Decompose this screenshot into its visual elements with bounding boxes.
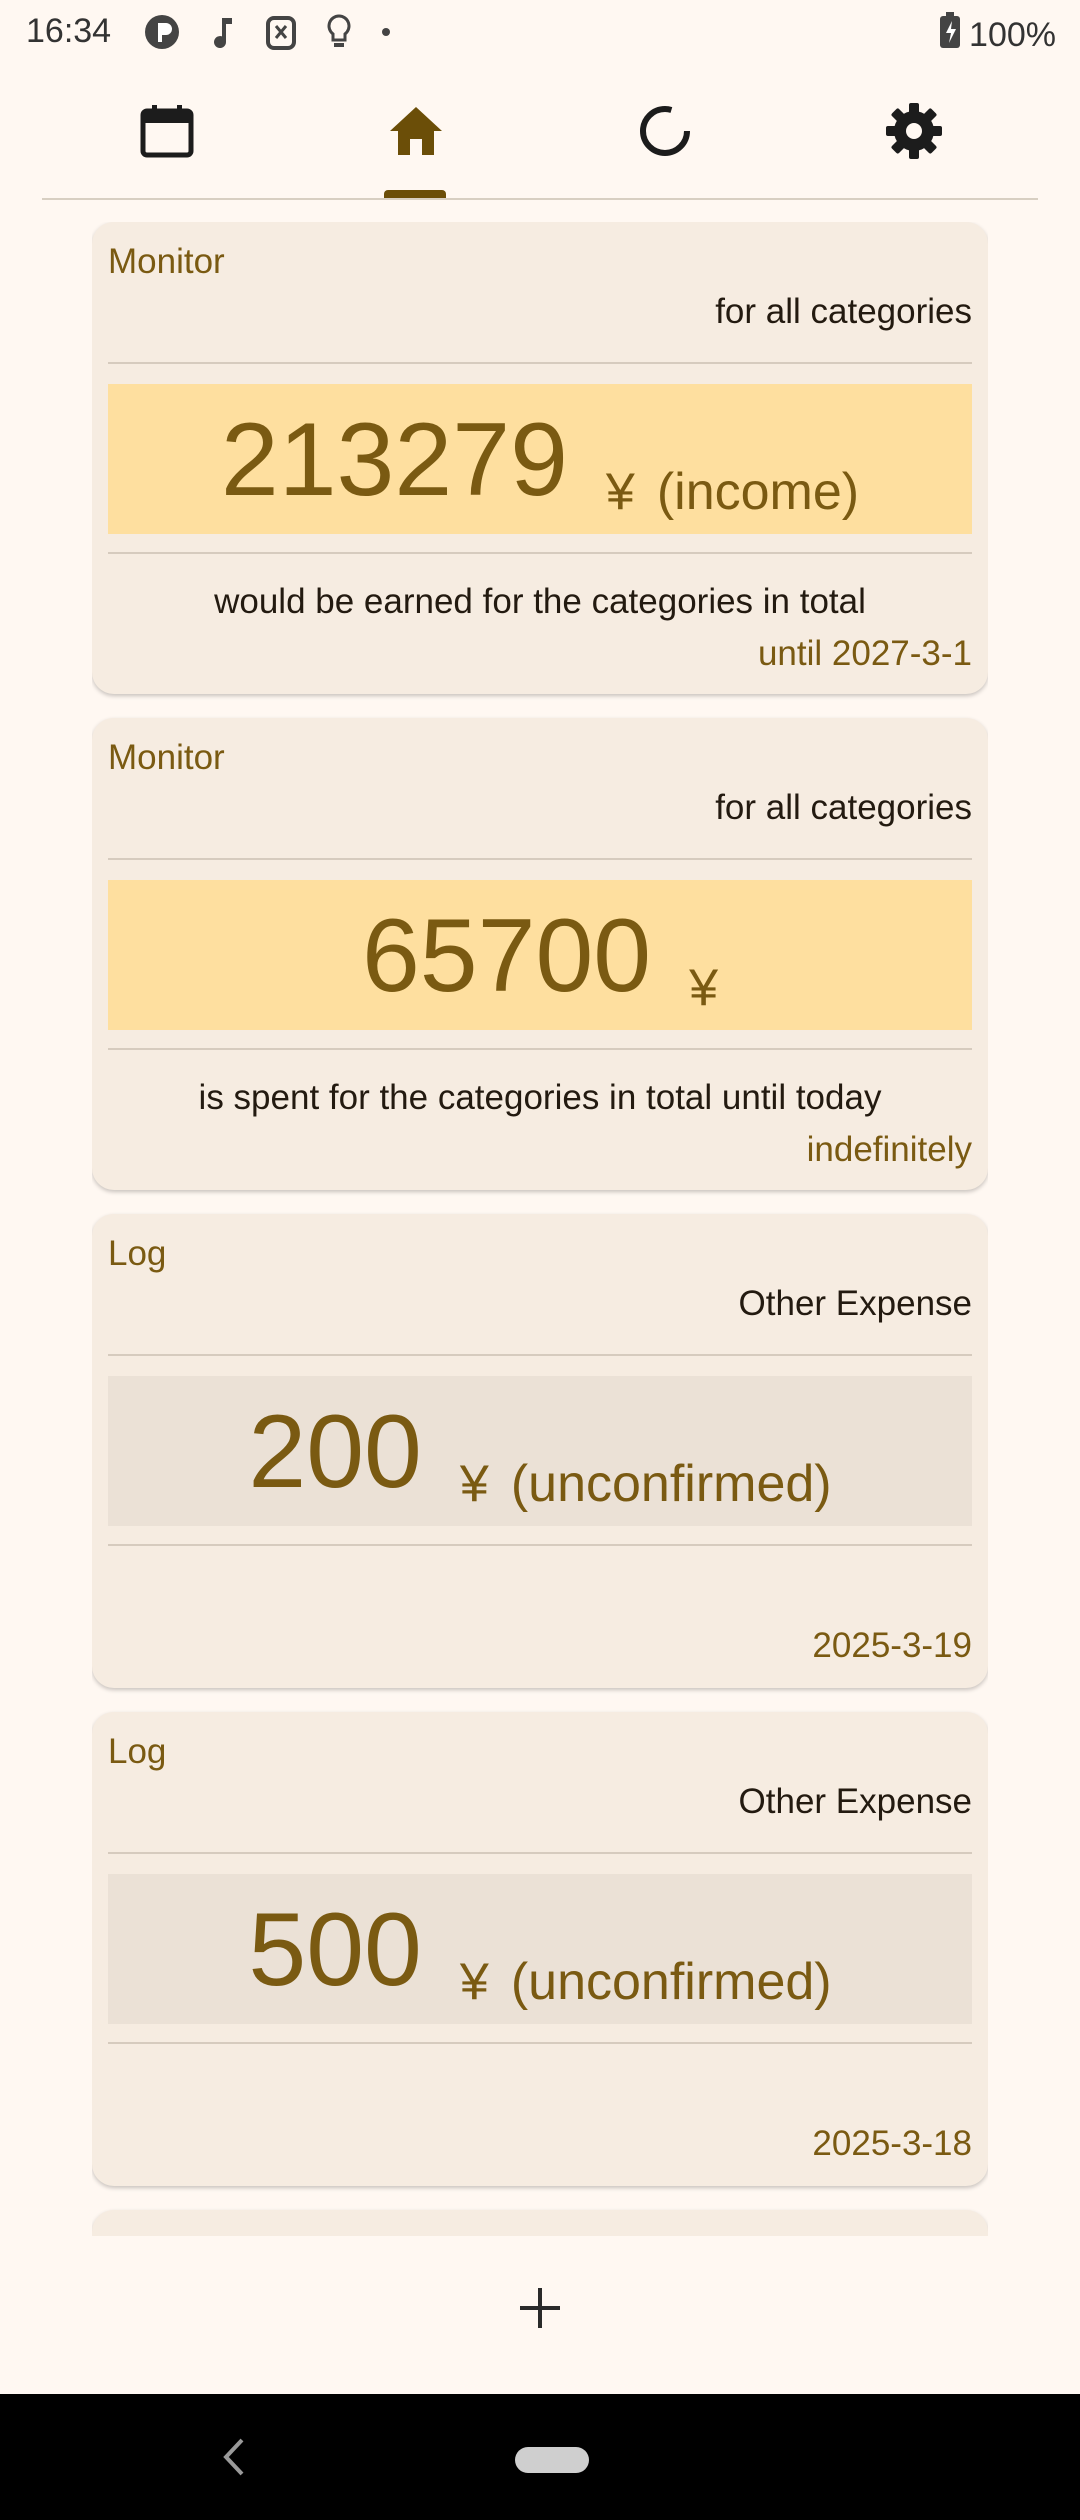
amount-box: 65700 ¥ bbox=[108, 880, 972, 1030]
amount-qualifier: (unconfirmed) bbox=[510, 1953, 832, 2011]
home-icon bbox=[386, 101, 446, 161]
status-right: 100% bbox=[939, 12, 1056, 59]
calendar-icon bbox=[137, 101, 197, 161]
amount-box: 500 ¥ (unconfirmed) bbox=[108, 1874, 972, 2024]
card-scope: Other Expense bbox=[738, 1284, 972, 1323]
currency-symbol: ¥ bbox=[459, 1953, 489, 2011]
card-date: until 2027-3-1 bbox=[757, 634, 972, 673]
divider bbox=[108, 858, 972, 860]
entries-feed[interactable]: Monitor for all categories 213279 ¥ (inc… bbox=[92, 222, 988, 2236]
tab-home[interactable] bbox=[291, 64, 540, 198]
log-card-partial[interactable] bbox=[92, 2210, 988, 2236]
card-scope: Other Expense bbox=[738, 1782, 972, 1821]
monitor-card[interactable]: Monitor for all categories 213279 ¥ (inc… bbox=[92, 222, 988, 694]
divider bbox=[108, 552, 972, 554]
card-scope: for all categories bbox=[715, 292, 972, 331]
sync-icon bbox=[264, 12, 298, 52]
status-time: 16:34 bbox=[26, 12, 112, 50]
amount-qualifier: (income) bbox=[656, 463, 860, 521]
divider bbox=[108, 2042, 972, 2044]
currency-symbol: ¥ bbox=[459, 1455, 489, 1513]
selected-tab-indicator bbox=[384, 190, 446, 198]
amount-value: 500 bbox=[248, 1892, 422, 2008]
log-card[interactable]: Log Other Expense 200 ¥ (unconfirmed) 20… bbox=[92, 1214, 988, 1688]
divider bbox=[108, 1048, 972, 1050]
card-description: is spent for the categories in total unt… bbox=[198, 1078, 882, 1117]
card-date: indefinitely bbox=[806, 1130, 972, 1169]
divider bbox=[108, 362, 972, 364]
plus-icon bbox=[518, 2286, 562, 2335]
notification-icons bbox=[142, 12, 392, 52]
lightbulb-icon bbox=[324, 12, 354, 52]
amount-qualifier: (unconfirmed) bbox=[510, 1455, 832, 1513]
amount-value: 213279 bbox=[220, 402, 568, 518]
divider bbox=[108, 1544, 972, 1546]
progress-circle-icon bbox=[635, 101, 695, 161]
top-navigation bbox=[42, 64, 1038, 200]
card-type: Log bbox=[108, 1234, 167, 1273]
card-scope: for all categories bbox=[715, 788, 972, 827]
more-notifications-dot-icon bbox=[380, 12, 392, 52]
card-type: Log bbox=[108, 1732, 167, 1771]
home-gesture-pill[interactable] bbox=[515, 2447, 589, 2473]
tab-settings[interactable] bbox=[789, 64, 1038, 198]
amount-value: 200 bbox=[248, 1394, 422, 1510]
back-icon[interactable] bbox=[212, 2434, 258, 2480]
gear-icon bbox=[884, 101, 944, 161]
tab-calendar[interactable] bbox=[42, 64, 291, 198]
log-card[interactable]: Log Other Expense 500 ¥ (unconfirmed) 20… bbox=[92, 1712, 988, 2186]
nav-divider bbox=[42, 198, 1038, 200]
battery-icon bbox=[939, 12, 961, 59]
card-date: 2025-3-19 bbox=[812, 1626, 972, 1665]
card-type: Monitor bbox=[108, 738, 225, 777]
amount-box: 200 ¥ (unconfirmed) bbox=[108, 1376, 972, 1526]
battery-percent: 100% bbox=[969, 16, 1056, 54]
music-note-icon bbox=[208, 12, 238, 52]
card-description: would be earned for the categories in to… bbox=[214, 582, 866, 621]
add-entry-button[interactable] bbox=[500, 2270, 580, 2350]
currency-symbol: ¥ bbox=[605, 463, 635, 521]
app-notification-icon bbox=[142, 12, 182, 52]
divider bbox=[108, 1852, 972, 1854]
card-date: 2025-3-18 bbox=[812, 2124, 972, 2163]
monitor-card[interactable]: Monitor for all categories 65700 ¥ is sp… bbox=[92, 718, 988, 1190]
status-bar: 16:34 100% bbox=[0, 0, 1080, 64]
divider bbox=[108, 1354, 972, 1356]
amount-value: 65700 bbox=[361, 898, 652, 1014]
card-type: Monitor bbox=[108, 242, 225, 281]
tab-progress[interactable] bbox=[540, 64, 789, 198]
currency-symbol: ¥ bbox=[689, 959, 719, 1017]
amount-box: 213279 ¥ (income) bbox=[108, 384, 972, 534]
